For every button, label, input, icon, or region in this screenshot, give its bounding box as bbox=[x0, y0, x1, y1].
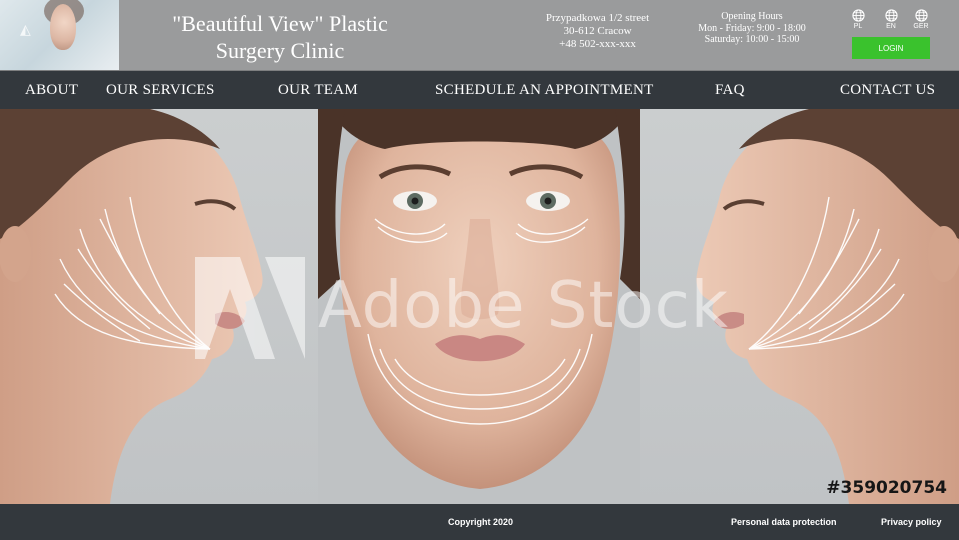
language-pl-button[interactable]: PL bbox=[846, 9, 870, 30]
nav-schedule-appointment[interactable]: SCHEDULE AN APPOINTMENT bbox=[435, 71, 654, 109]
language-en-button[interactable]: EN bbox=[879, 9, 903, 30]
language-ger-button[interactable]: GER bbox=[909, 9, 933, 30]
clinic-address: Przypadkowa 1/2 street 30-612 Cracow +48… bbox=[540, 12, 655, 51]
stock-id: #359020754 bbox=[826, 478, 947, 498]
watermark-text: Adobe Stock bbox=[318, 269, 729, 343]
main-nav: ABOUT OUR SERVICES OUR TEAM SCHEDULE AN … bbox=[0, 71, 959, 109]
personal-data-protection-link[interactable]: Personal data protection bbox=[731, 504, 837, 540]
privacy-policy-link[interactable]: Privacy policy bbox=[881, 504, 942, 540]
nav-faq[interactable]: FAQ bbox=[715, 71, 745, 109]
header: ◭ "Beautiful View" Plastic Surgery Clini… bbox=[0, 0, 959, 71]
clinic-name: "Beautiful View" Plastic Surgery Clinic bbox=[172, 11, 388, 63]
logo-mark-icon: ◭ bbox=[20, 22, 31, 38]
globe-icon bbox=[851, 9, 865, 22]
login-button[interactable]: LOGIN bbox=[852, 37, 930, 59]
phone-number: +48 502-xxx-xxx bbox=[559, 38, 636, 50]
hero-banner: Adobe Stock #359020754 bbox=[0, 109, 959, 504]
opening-hours: Opening Hours Mon - Friday: 9:00 - 18:00… bbox=[698, 11, 806, 45]
clinic-logo[interactable]: ◭ bbox=[0, 0, 119, 70]
footer: Copyright 2020 Personal data protection … bbox=[0, 504, 959, 540]
globe-icon bbox=[914, 9, 928, 22]
nav-contact-us[interactable]: CONTACT US bbox=[840, 71, 935, 109]
globe-icon bbox=[884, 9, 898, 22]
nav-about[interactable]: ABOUT bbox=[25, 71, 78, 109]
copyright-text: Copyright 2020 bbox=[448, 517, 514, 527]
nav-our-services[interactable]: OUR SERVICES bbox=[106, 71, 215, 109]
nav-our-team[interactable]: OUR TEAM bbox=[278, 71, 358, 109]
